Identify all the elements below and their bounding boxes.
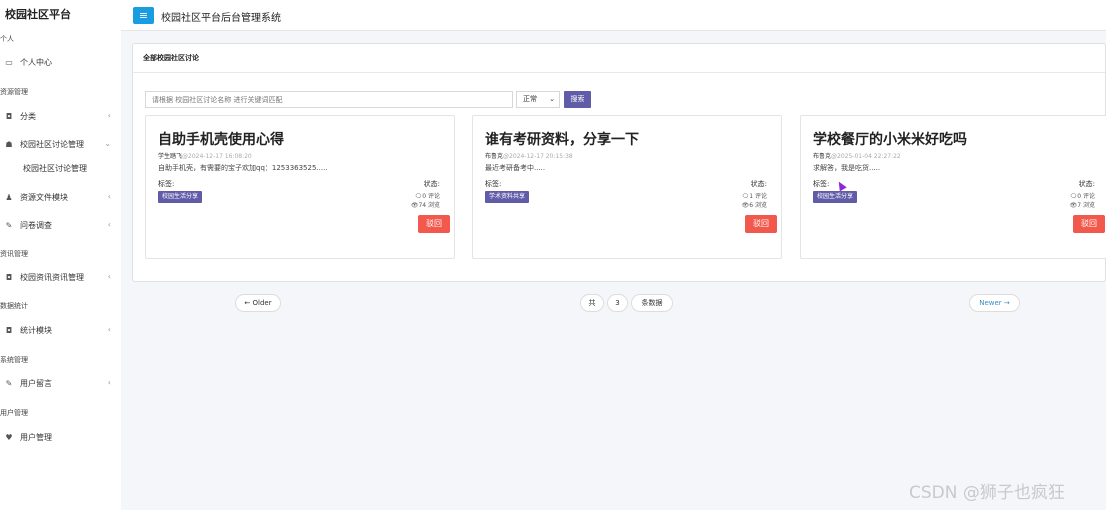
card-date: @2024-12-17 20:15:38	[503, 153, 573, 160]
sidebar-item-label: 统计模块	[20, 325, 52, 335]
view-count: 👁7 浏览	[1069, 202, 1095, 209]
tag-badge: 学术资料共享	[485, 191, 530, 203]
section-system: 系统管理	[0, 356, 28, 364]
comment-count: 🗨0 评论	[1069, 193, 1095, 200]
search-button[interactable]: 搜索	[564, 91, 591, 108]
sidebar-subitem-discussion[interactable]: 校园社区讨论管理	[23, 163, 87, 174]
chevron-left-icon: ‹	[107, 272, 111, 281]
camera-icon: ◘	[5, 111, 13, 121]
chevron-left-icon: ‹	[107, 378, 111, 387]
status-label: 状态:	[750, 180, 767, 188]
discussion-card: 自助手机壳使用心得 学生踏飞@2024-12-17 16:08:20 自助手机壳…	[145, 115, 455, 259]
view-count: 👁6 浏览	[741, 202, 767, 209]
status-label: 状态:	[1078, 180, 1095, 188]
status-select[interactable]: 正常 ⌄	[516, 91, 560, 108]
watermark: CSDN @狮子也疯狂	[909, 483, 1065, 503]
users-icon: ☗	[5, 139, 13, 149]
total-suffix: 条数据	[631, 294, 673, 312]
newer-button[interactable]: Newer →	[969, 294, 1020, 312]
sidebar-item-users[interactable]: ♥ 用户管理	[0, 428, 121, 446]
tag-badge: 校园生活分享	[813, 191, 858, 203]
card-title[interactable]: 谁有考研资料，分享一下	[485, 129, 639, 149]
sidebar-item-label: 校园资讯资讯管理	[20, 272, 84, 282]
camera-icon: ◘	[5, 272, 13, 282]
status-label: 状态:	[423, 180, 440, 188]
discussion-card: 谁有考研资料，分享一下 布鲁克@2024-12-17 20:15:38 最近考研…	[472, 115, 782, 259]
system-title: 校园社区平台后台管理系统	[161, 13, 281, 24]
chevron-left-icon: ‹	[107, 192, 111, 201]
total-prefix: 共	[580, 294, 604, 312]
view-count: 👁74 浏览	[410, 202, 440, 209]
card-meta: 学生踏飞@2024-12-17 16:08:20	[158, 151, 252, 160]
menu-toggle-button[interactable]: ≡	[133, 7, 154, 24]
camera-icon: ◘	[5, 325, 13, 335]
search-input[interactable]	[145, 91, 513, 108]
section-news: 资讯管理	[0, 250, 28, 258]
heart-icon: ♥	[5, 432, 13, 442]
sidebar-item-label: 问卷调查	[20, 220, 52, 230]
edit-icon: ✎	[5, 378, 13, 388]
chevron-down-icon: ⌄	[104, 139, 111, 148]
sidebar-item-survey[interactable]: ✎ 问卷调查 ‹	[0, 216, 121, 234]
panel-title: 全部校园社区讨论	[143, 54, 199, 62]
card-meta: 布鲁克@2024-12-17 20:15:38	[485, 151, 573, 160]
section-resource: 资源管理	[0, 88, 28, 96]
card-title[interactable]: 学校餐厅的小米米好吃吗	[813, 129, 967, 149]
tag-badge: 校园生活分享	[158, 191, 203, 203]
hamburger-icon: ≡	[138, 9, 149, 22]
sidebar-item-label: 个人中心	[20, 57, 52, 67]
chevron-down-icon: ⌄	[549, 95, 555, 103]
user-icon: ♟	[5, 192, 13, 202]
sidebar-item-label: 分类	[20, 111, 36, 121]
sidebar-item-label: 用户留言	[20, 378, 52, 388]
sidebar: 校园社区平台 个人 ▭ 个人中心 资源管理 ◘ 分类 ‹ ☗ 校园社区讨论管理 …	[0, 0, 121, 510]
sidebar-item-label: 用户管理	[20, 432, 52, 442]
chevron-left-icon: ‹	[107, 325, 111, 334]
reject-button[interactable]: 驳回	[745, 215, 777, 233]
sidebar-item-category[interactable]: ◘ 分类 ‹	[0, 107, 121, 125]
older-button[interactable]: ← Older	[235, 294, 281, 312]
brand-title: 校园社区平台	[5, 8, 71, 21]
chevron-left-icon: ‹	[107, 111, 111, 120]
reject-button[interactable]: 驳回	[1073, 215, 1105, 233]
card-date: @2025-01-04 22:27:22	[831, 153, 901, 160]
top-header: ≡ 校园社区平台后台管理系统	[121, 0, 1106, 31]
sidebar-item-label: 校园社区讨论管理	[20, 139, 84, 149]
card-title[interactable]: 自助手机壳使用心得	[158, 129, 284, 149]
card-excerpt: 求解答，我是吃货.....	[813, 164, 881, 172]
tags-label: 标签:	[485, 180, 502, 188]
card-date: @2024-12-17 16:08:20	[182, 153, 252, 160]
sidebar-item-messages[interactable]: ✎ 用户留言 ‹	[0, 374, 121, 392]
sidebar-item-stats[interactable]: ◘ 统计模块 ‹	[0, 321, 121, 339]
sidebar-item-discussion-manage[interactable]: ☗ 校园社区讨论管理 ⌄	[0, 135, 121, 153]
sidebar-item-personal-center[interactable]: ▭ 个人中心	[0, 53, 121, 71]
sidebar-item-news-manage[interactable]: ◘ 校园资讯资讯管理 ‹	[0, 268, 121, 286]
sidebar-item-label: 资源文件模块	[20, 192, 68, 202]
comment-count: 🗨0 评论	[414, 193, 440, 200]
monitor-icon: ▭	[5, 57, 13, 67]
section-users: 用户管理	[0, 409, 28, 417]
section-personal: 个人	[0, 35, 14, 43]
tags-label: 标签:	[813, 180, 830, 188]
chevron-left-icon: ‹	[107, 220, 111, 229]
total-count: 3	[607, 294, 628, 312]
sidebar-item-resource-files[interactable]: ♟ 资源文件模块 ‹	[0, 188, 121, 206]
card-author: 学生踏飞	[158, 153, 183, 160]
card-author: 布鲁克	[485, 153, 504, 160]
reject-button[interactable]: 驳回	[418, 215, 450, 233]
comment-count: 🗨1 评论	[741, 193, 767, 200]
panel-header: 全部校园社区讨论	[133, 44, 1105, 73]
card-author: 布鲁克	[813, 153, 832, 160]
edit-icon: ✎	[5, 220, 13, 230]
status-select-value: 正常	[523, 95, 537, 103]
card-excerpt: 自助手机壳，有需要的宝子欢加qq：1253363525.....	[158, 164, 328, 172]
card-excerpt: 最近考研备考中.....	[485, 164, 546, 172]
section-stats: 数据统计	[0, 302, 28, 310]
card-meta: 布鲁克@2025-01-04 22:27:22	[813, 151, 901, 160]
tags-label: 标签:	[158, 180, 175, 188]
